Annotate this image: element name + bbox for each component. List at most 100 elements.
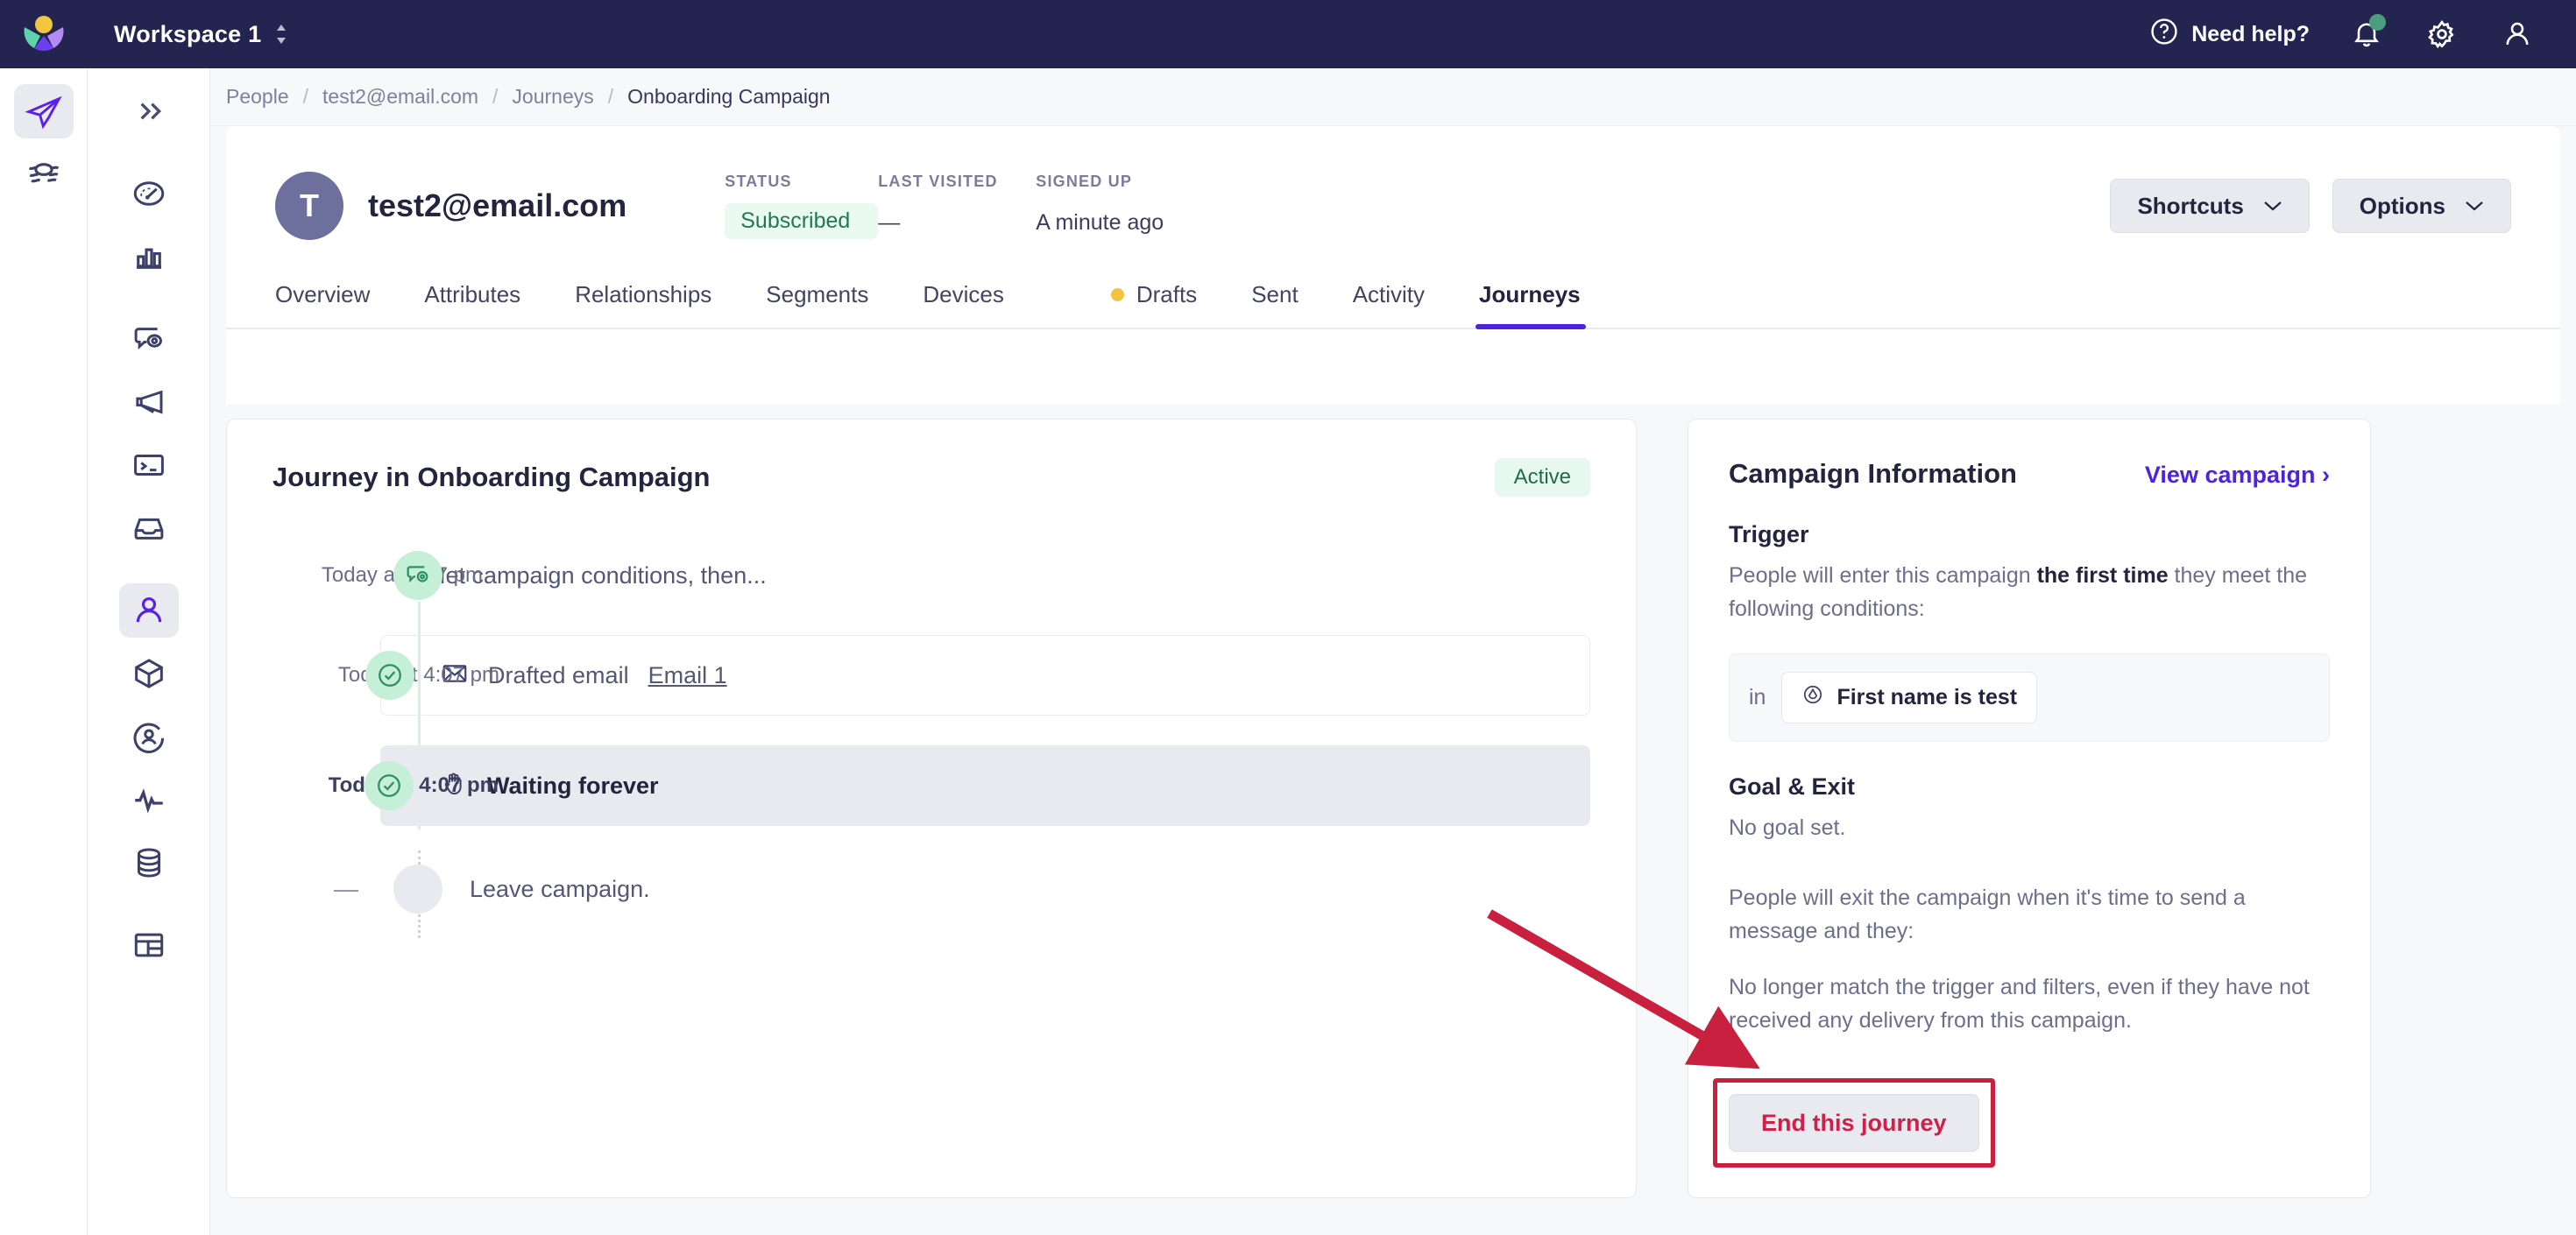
- timeline-step[interactable]: Today at 4:07 pm Met campaign conditions…: [227, 530, 1636, 621]
- tab-label: Drafts: [1136, 281, 1198, 307]
- sidebar-item-audiences[interactable]: [119, 709, 179, 764]
- sidebar-item-broadcasts[interactable]: [119, 375, 179, 429]
- meta-last-visited-value: —: [878, 210, 901, 235]
- trigger-heading: Trigger: [1729, 521, 1809, 547]
- end-journey-wrapper: End this journey: [1713, 1078, 1995, 1168]
- breadcrumb-campaign: Onboarding Campaign: [627, 85, 831, 108]
- app-logo[interactable]: [0, 13, 88, 55]
- brand-logo-icon: [24, 16, 64, 51]
- tab-sent[interactable]: Sent: [1251, 281, 1299, 328]
- campaign-conditions-icon: [393, 551, 442, 600]
- bell-icon[interactable]: [2348, 14, 2386, 53]
- page-title: test2@email.com: [368, 187, 627, 223]
- breadcrumb-email[interactable]: test2@email.com: [322, 85, 478, 109]
- meta-status: STATUS Subscribed: [725, 173, 879, 239]
- check-circle-icon: [364, 761, 414, 810]
- meta-last-visited: LAST VISITED —: [878, 173, 1036, 236]
- breadcrumb: People / test2@email.com / Journeys / On…: [210, 68, 2576, 126]
- person-meta: STATUS Subscribed LAST VISITED — SIGNED …: [725, 173, 1263, 239]
- tab-label: Sent: [1251, 281, 1299, 307]
- breadcrumb-people[interactable]: People: [226, 85, 289, 109]
- timeline-step[interactable]: Today at 4:07 pm: [329, 745, 1590, 826]
- chevron-down-icon: [2264, 201, 2282, 211]
- journey-card-header: Journey in Onboarding Campaign Active: [227, 420, 1636, 497]
- timeline-step-text: Waiting forever: [487, 772, 659, 799]
- condition-chip[interactable]: First name is test: [1781, 672, 2038, 723]
- tab-label: Journeys: [1479, 281, 1581, 307]
- database-icon: [137, 848, 160, 878]
- box-icon: [134, 659, 163, 688]
- timeline-step[interactable]: Today at 4:07 pm Drafted email Email 1: [338, 635, 1590, 716]
- breadcrumb-journeys[interactable]: Journeys: [512, 85, 593, 109]
- gear-icon[interactable]: [2424, 16, 2460, 53]
- person-summary: T test2@email.com STATUS Subscribed LAST…: [226, 126, 2560, 249]
- tab-label: Activity: [1352, 281, 1426, 307]
- person-header-panel: T test2@email.com STATUS Subscribed LAST…: [226, 126, 2560, 405]
- end-this-journey-button[interactable]: End this journey: [1729, 1094, 1979, 1152]
- options-label: Options: [2359, 192, 2445, 219]
- condition-prefix: in: [1749, 685, 1766, 709]
- options-button[interactable]: Options: [2332, 179, 2511, 233]
- shortcuts-label: Shortcuts: [2137, 192, 2244, 219]
- sidebar-item-messages[interactable]: [119, 312, 179, 366]
- tab-relationships[interactable]: Relationships: [575, 281, 711, 328]
- sidebar-item-objects[interactable]: [119, 646, 179, 701]
- sidebar-item-analytics[interactable]: [119, 229, 179, 284]
- need-help-button[interactable]: Need help?: [2149, 17, 2310, 53]
- sidebar-item-tables[interactable]: [119, 918, 179, 972]
- breadcrumb-separator: /: [607, 85, 614, 108]
- meta-last-visited-label: LAST VISITED: [878, 173, 998, 190]
- draft-status-dot: [1110, 288, 1124, 301]
- tab-drafts[interactable]: Drafts: [1110, 281, 1198, 328]
- secondary-nav-rail: [88, 68, 210, 1235]
- condition-chip-label: First name is test: [1836, 685, 2018, 709]
- top-bar: Workspace 1 Need help?: [0, 0, 2576, 68]
- sidebar-item-activity[interactable]: [119, 773, 179, 827]
- chevron-down-icon: [2466, 201, 2483, 211]
- meta-signed-up: SIGNED UP A minute ago: [1036, 173, 1263, 236]
- sidebar-item-data[interactable]: [119, 836, 179, 890]
- meta-signed-up-value: A minute ago: [1036, 210, 1164, 235]
- table-icon: [134, 933, 163, 957]
- sidebar-collapse-toggle[interactable]: [119, 84, 179, 138]
- sidebar-item-inbox[interactable]: [119, 501, 179, 555]
- tab-devices[interactable]: Devices: [923, 281, 1003, 328]
- timeline-step: — Leave campaign.: [227, 843, 1636, 935]
- view-campaign-link[interactable]: View campaign ›: [2145, 462, 2330, 489]
- sidebar-item-layers[interactable]: [14, 147, 74, 201]
- exit-text-1: People will exit the campaign when it's …: [1729, 886, 2246, 943]
- tab-overview[interactable]: Overview: [275, 281, 370, 328]
- tab-label: Devices: [923, 281, 1004, 307]
- shortcuts-button[interactable]: Shortcuts: [2110, 179, 2310, 233]
- paper-plane-icon: [24, 95, 62, 130]
- tab-bar: Overview Attributes Relationships Segmen…: [226, 249, 2560, 329]
- help-circle-icon: [2149, 17, 2179, 53]
- tab-journeys[interactable]: Journeys: [1476, 281, 1586, 329]
- goal-text: No goal set.: [1729, 815, 1846, 840]
- chevron-right-icon: ›: [2322, 462, 2330, 488]
- workspace-switcher-icon[interactable]: [273, 21, 289, 47]
- tab-label: Overview: [275, 281, 371, 307]
- journey-status-badge: Active: [1494, 458, 1590, 497]
- chevrons-right-icon: [139, 102, 161, 120]
- layers-icon: [28, 163, 59, 183]
- message-eye-icon: [134, 328, 162, 350]
- sidebar-item-dashboard[interactable]: [119, 166, 179, 221]
- sidebar-item-campaigns[interactable]: [13, 84, 74, 138]
- tab-attributes[interactable]: Attributes: [424, 281, 520, 328]
- need-help-label: Need help?: [2191, 21, 2310, 46]
- sidebar-item-people[interactable]: [118, 583, 179, 638]
- sidebar-item-transactional[interactable]: [119, 438, 179, 492]
- journeys-layout: Journey in Onboarding Campaign Active To…: [226, 419, 2560, 1235]
- breadcrumb-separator: /: [492, 85, 499, 108]
- tab-segments[interactable]: Segments: [766, 281, 868, 328]
- user-icon[interactable]: [2499, 16, 2536, 53]
- avatar: T: [275, 172, 343, 240]
- email-link[interactable]: Email 1: [648, 662, 727, 689]
- notification-badge: [2369, 14, 2386, 31]
- terminal-icon: [133, 455, 164, 476]
- tab-activity[interactable]: Activity: [1353, 281, 1425, 328]
- dashboard-gauge-icon: [133, 181, 164, 206]
- workspace-name[interactable]: Workspace 1: [114, 21, 261, 48]
- primary-nav-rail: [0, 68, 88, 1235]
